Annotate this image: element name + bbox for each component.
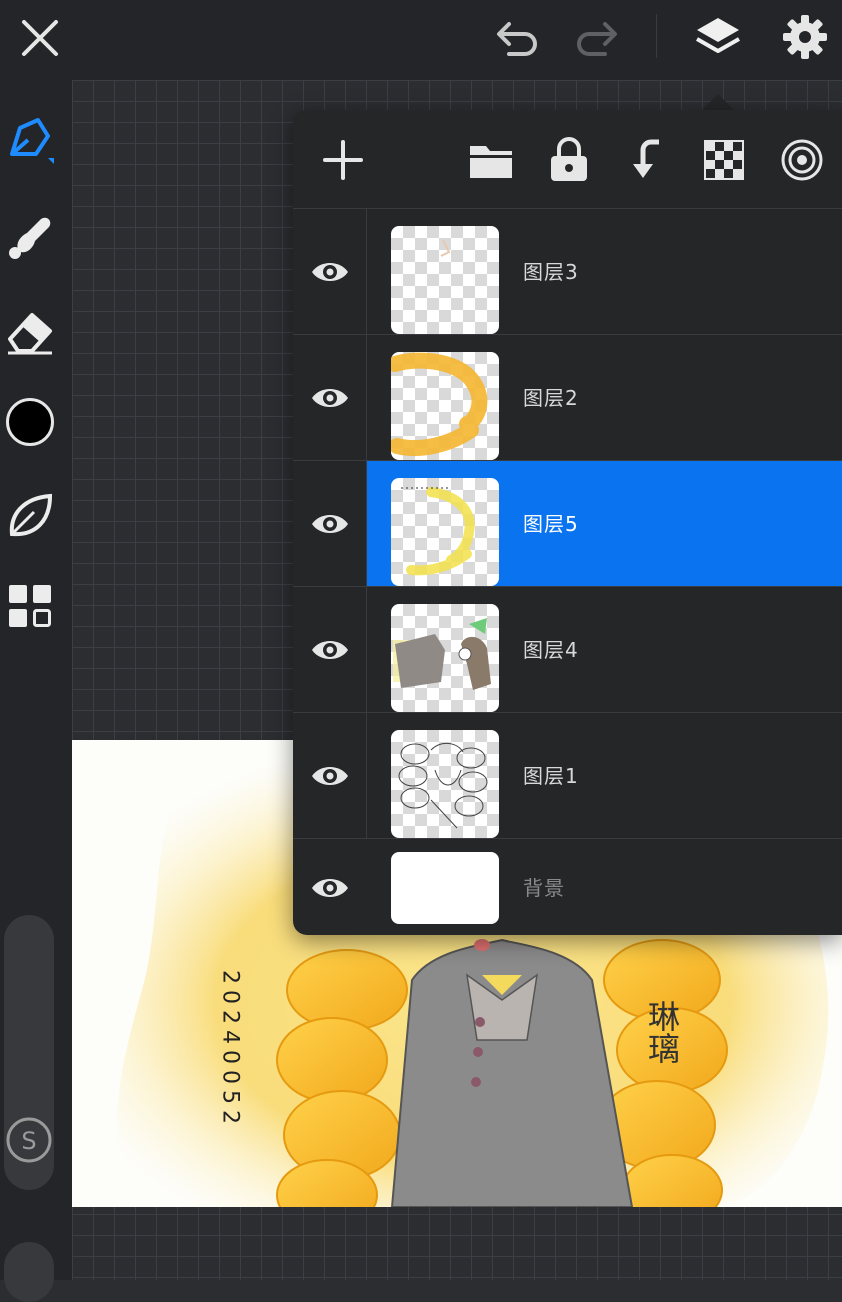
color-swatch[interactable] — [0, 392, 60, 452]
leaf-icon[interactable] — [0, 486, 60, 546]
eye-icon — [311, 641, 348, 659]
top-toolbar — [0, 0, 842, 80]
layer-row-2[interactable]: 图层2 — [293, 334, 842, 461]
layer-name[interactable]: 图层1 — [523, 713, 579, 839]
layer-thumbnail — [391, 352, 499, 460]
layer-name[interactable]: 图层5 — [523, 461, 579, 587]
svg-text:S: S — [21, 1127, 36, 1155]
layer-thumbnail — [391, 226, 499, 334]
background-color-thumbnail[interactable] — [391, 852, 499, 924]
layer-row-3[interactable]: 图层3 — [293, 208, 842, 335]
layer-row-background[interactable]: 背景 — [293, 838, 842, 937]
layers-icon[interactable] — [690, 10, 746, 66]
layer-row-5[interactable]: 图层5 — [293, 460, 842, 587]
layer-row-1[interactable]: 图层1 — [293, 712, 842, 839]
blend-icon[interactable] — [776, 134, 828, 186]
eye-icon — [311, 389, 348, 407]
pen-icon[interactable] — [0, 110, 60, 170]
panel-pointer — [702, 94, 734, 110]
s-icon[interactable]: S — [4, 1113, 54, 1167]
eraser-icon[interactable] — [0, 302, 60, 362]
grid-menu-icon[interactable] — [0, 576, 60, 636]
undo-icon[interactable] — [492, 12, 544, 64]
layer-thumbnail — [391, 730, 499, 838]
smudge-icon[interactable] — [0, 206, 60, 266]
layer-name[interactable]: 图层3 — [523, 209, 579, 335]
toolbar-divider — [656, 14, 657, 58]
lock-icon[interactable] — [543, 132, 595, 188]
eye-icon — [311, 767, 348, 785]
visibility-toggle[interactable] — [293, 587, 367, 713]
visibility-toggle[interactable] — [293, 461, 367, 587]
folder-icon[interactable] — [465, 134, 517, 186]
visibility-toggle[interactable] — [293, 335, 367, 461]
layer-name[interactable]: 图层4 — [523, 587, 579, 713]
visibility-toggle[interactable] — [293, 209, 367, 335]
layer-name[interactable]: 背景 — [523, 839, 565, 937]
redo-icon[interactable] — [570, 12, 622, 64]
opacity-slider[interactable] — [4, 1242, 54, 1302]
layer-thumbnail — [391, 604, 499, 712]
layer-thumbnail — [391, 478, 499, 586]
gear-icon[interactable] — [778, 10, 832, 64]
eye-icon — [311, 263, 348, 281]
close-icon[interactable] — [12, 10, 68, 66]
visibility-toggle[interactable] — [293, 839, 367, 937]
eye-icon — [312, 879, 348, 897]
layers-panel: 图层3 图层2 图层5 图层4 图层1 背景 — [293, 110, 842, 935]
merge-down-icon[interactable] — [621, 134, 673, 186]
layer-name[interactable]: 图层2 — [523, 335, 579, 461]
visibility-toggle[interactable] — [293, 713, 367, 839]
brush-size-slider[interactable]: S — [4, 915, 54, 1190]
signature-text: 琳璃 — [643, 1000, 681, 1064]
add-icon[interactable] — [317, 134, 369, 186]
date-text: 20240052 — [218, 970, 243, 1130]
layer-row-4[interactable]: 图层4 — [293, 586, 842, 713]
eye-icon — [311, 515, 348, 533]
transparency-icon[interactable] — [698, 134, 750, 186]
